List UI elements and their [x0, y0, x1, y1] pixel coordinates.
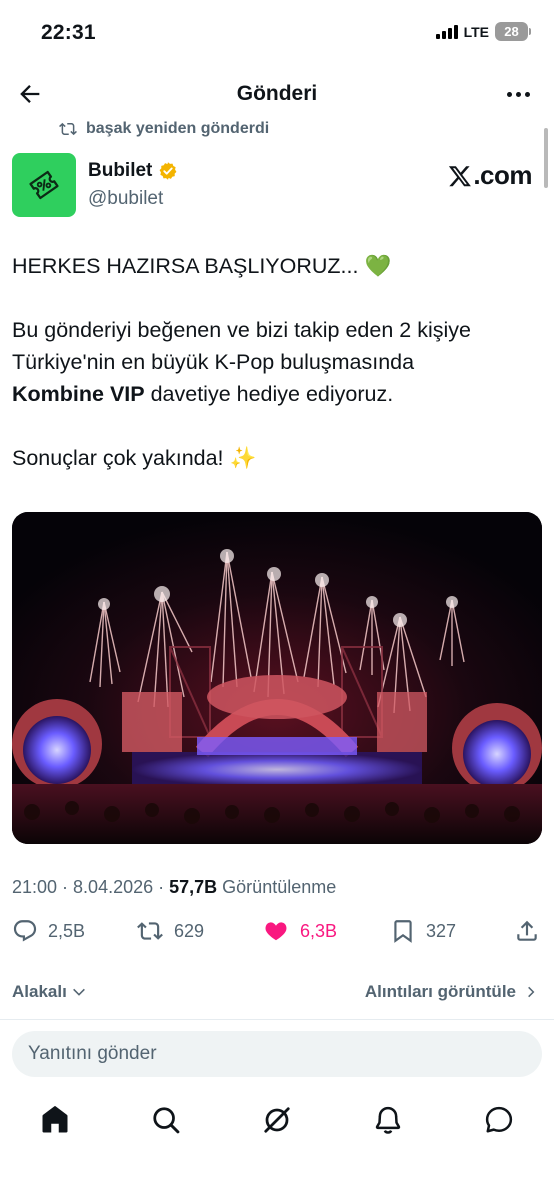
bookmark-button[interactable]: 327 [390, 918, 456, 944]
reply-input[interactable] [28, 1043, 542, 1065]
grok-icon [264, 1107, 290, 1133]
repost-context[interactable]: başak yeniden gönderdi [58, 120, 269, 138]
post-text-rest: davetiye hediye ediyoruz. [144, 382, 394, 406]
chevron-right-icon [528, 986, 535, 998]
post-image[interactable] [12, 512, 542, 844]
author-name[interactable]: Bubilet [88, 160, 152, 182]
signal-icon [435, 24, 458, 39]
chevron-down-icon [72, 988, 85, 996]
post-line: Sonuçlar çok yakında! ✨ [12, 446, 257, 470]
bookmark-icon [394, 920, 412, 943]
more-options-button[interactable] [502, 80, 534, 108]
like-button[interactable]: 6,3B [262, 918, 337, 944]
status-indicators: LTE 28 [435, 22, 531, 41]
repost-count: 629 [174, 920, 205, 941]
source-logo: .com [448, 160, 532, 191]
heart-filled-icon [265, 922, 287, 941]
network-type: LTE [463, 23, 489, 40]
home-icon [42, 1106, 68, 1133]
ticket-percent-icon [29, 170, 59, 200]
post-text: HERKES HAZIRSA BAŞLIYORUZ... 💚 Bu gönder… [12, 250, 542, 474]
nav-messages[interactable] [483, 1104, 515, 1136]
reply-count: 2,5B [48, 920, 86, 941]
sort-replies-dropdown[interactable]: Alakalı [12, 982, 87, 1002]
views-label: Görüntülenme [217, 877, 337, 897]
like-count: 6,3B [300, 920, 338, 941]
post-line: Bu gönderiyi beğenen ve bizi takip eden … [12, 318, 471, 342]
repost-button[interactable]: 629 [136, 918, 204, 944]
status-bar: 22:31 LTE 28 [0, 0, 554, 66]
nav-search[interactable] [150, 1104, 182, 1136]
verified-badge-icon [159, 162, 177, 180]
more-dot-icon [506, 91, 512, 97]
author-handle[interactable]: @bubilet [88, 188, 163, 210]
nav-grok[interactable] [261, 1104, 293, 1136]
repost-icon [137, 922, 163, 940]
sort-label: Alakalı [12, 982, 67, 1001]
notifications-icon [375, 1106, 401, 1134]
search-icon [153, 1107, 180, 1134]
post-line: Kombine VIP davetiye hediye ediyoruz. [12, 378, 542, 410]
status-time: 22:31 [41, 21, 96, 44]
more-dot-icon [524, 91, 530, 97]
reply-composer[interactable] [12, 1031, 542, 1077]
share-icon [517, 920, 537, 941]
concert-photo [12, 512, 542, 844]
post-meta: 21:00 · 8.04.2026 · 57,7B Görüntülenme [12, 877, 336, 898]
nav-notifications[interactable] [372, 1104, 404, 1136]
bottom-nav [0, 1096, 554, 1146]
views-count: 57,7B [169, 877, 218, 897]
battery-level: 28 [504, 24, 519, 39]
battery-icon: 28 [495, 22, 531, 41]
reply-icon [13, 920, 37, 942]
scrollbar[interactable] [544, 128, 548, 188]
header: Gönderi [0, 66, 554, 122]
author-name-row[interactable]: Bubilet [88, 160, 178, 182]
share-button[interactable] [514, 918, 540, 944]
post-timestamp: 21:00 · 8.04.2026 · [12, 877, 170, 897]
page-title: Gönderi [236, 82, 318, 105]
post-line: Türkiye'nin en büyük K-Pop buluşmasında [12, 350, 415, 374]
bookmark-count: 327 [426, 920, 457, 941]
source-label: .com [473, 160, 532, 190]
messages-icon [485, 1106, 513, 1133]
divider [0, 1019, 554, 1020]
repost-icon [59, 122, 77, 136]
nav-home[interactable] [39, 1104, 71, 1136]
post-line: HERKES HAZIRSA BAŞLIYORUZ... 💚 [12, 254, 392, 278]
post-bold-text: Kombine VIP [12, 382, 145, 406]
x-logo-icon [449, 165, 472, 186]
view-quotes-link[interactable]: Alıntıları görüntüle [365, 982, 538, 1002]
action-bar: 2,5B 629 6,3B 327 [0, 918, 554, 958]
repost-label: başak yeniden gönderdi [86, 120, 270, 137]
avatar[interactable] [12, 153, 76, 217]
quotes-label: Alıntıları görüntüle [364, 982, 516, 1001]
reply-button[interactable]: 2,5B [12, 918, 85, 944]
more-dot-icon [515, 91, 521, 97]
